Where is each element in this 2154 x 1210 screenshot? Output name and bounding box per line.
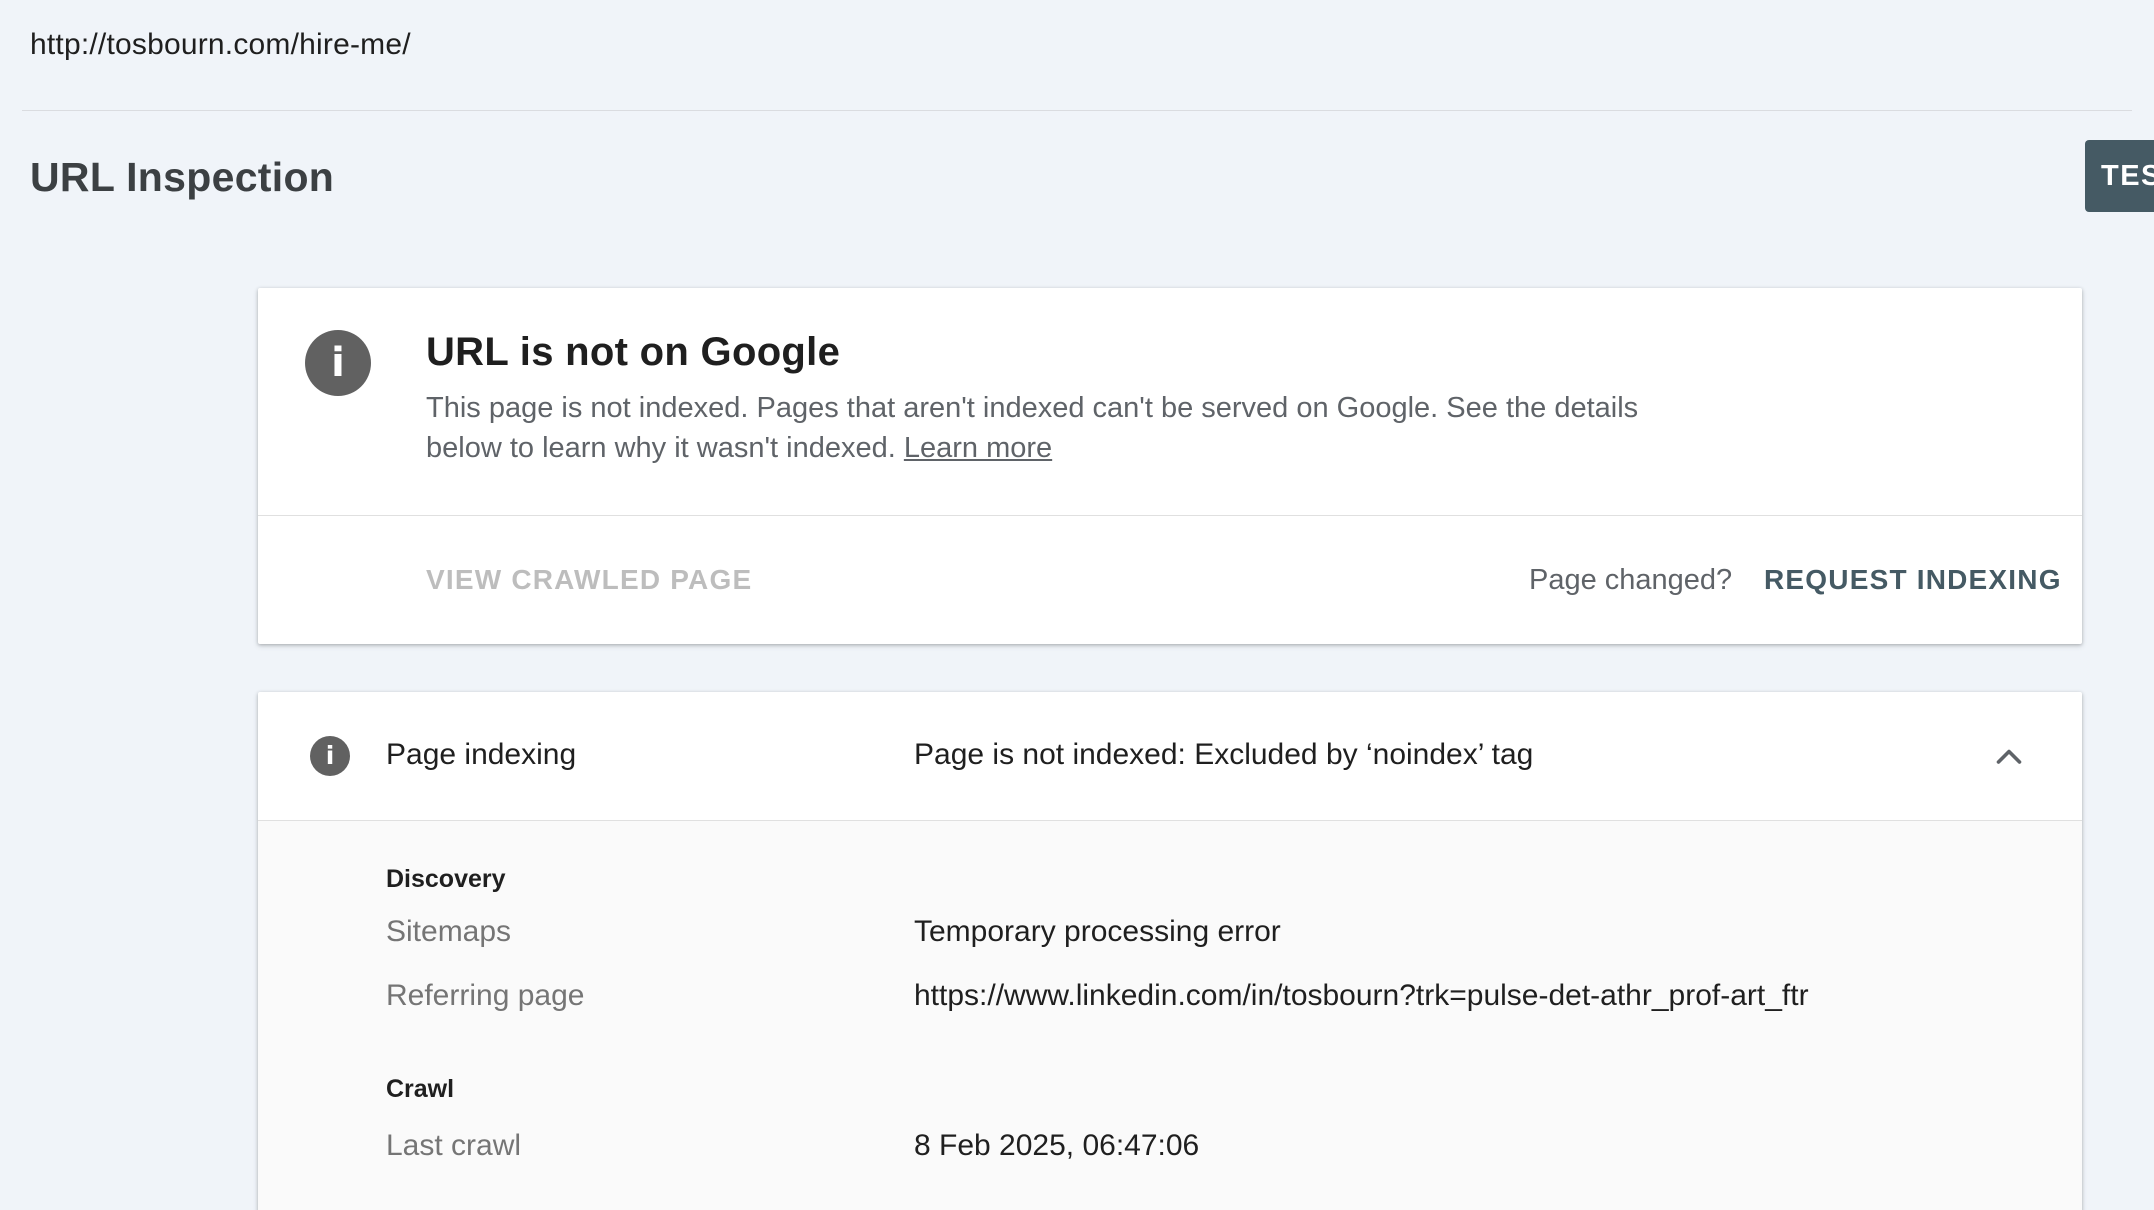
page-indexing-label: Page indexing <box>386 738 577 771</box>
sitemaps-value: Temporary processing error <box>914 915 1281 948</box>
sitemaps-label: Sitemaps <box>386 915 512 948</box>
page-indexing-details: Discovery Sitemaps Temporary processing … <box>258 821 2082 1210</box>
page-changed-text: Page changed? <box>1529 564 1733 596</box>
status-actions: VIEW CRAWLED PAGE Page changed? REQUEST … <box>258 516 2082 643</box>
status-summary: i URL is not on Google This page is not … <box>258 288 2082 516</box>
page-indexing-card: i Page indexing Page is not indexed: Exc… <box>258 692 2082 1210</box>
request-indexing-button[interactable]: REQUEST INDEXING <box>1764 564 2062 596</box>
referring-page-value[interactable]: https://www.linkedin.com/in/tosbourn?trk… <box>914 979 1809 1013</box>
info-icon: i <box>305 330 371 396</box>
crawl-section-title: Crawl <box>386 1075 455 1103</box>
status-title: URL is not on Google <box>426 330 841 374</box>
discovery-section-title: Discovery <box>386 865 506 893</box>
learn-more-link[interactable]: Learn more <box>904 432 1052 464</box>
chevron-up-icon[interactable] <box>1991 738 2027 774</box>
page-indexing-status: Page is not indexed: Excluded by ‘noinde… <box>914 738 1534 771</box>
page-title: URL Inspection <box>30 154 335 200</box>
status-description: This page is not indexed. Pages that are… <box>426 388 1656 468</box>
last-crawl-value: 8 Feb 2025, 06:47:06 <box>914 1129 1200 1162</box>
inspected-url[interactable]: http://tosbourn.com/hire-me/ <box>30 28 411 62</box>
page-indexing-header[interactable]: i Page indexing Page is not indexed: Exc… <box>258 692 2082 821</box>
inspected-url-bar: http://tosbourn.com/hire-me/ <box>22 0 2132 111</box>
referring-page-label: Referring page <box>386 979 585 1012</box>
last-crawl-label: Last crawl <box>386 1129 522 1162</box>
view-crawled-page-button[interactable]: VIEW CRAWLED PAGE <box>426 564 752 596</box>
test-live-url-button[interactable]: TES <box>2085 140 2154 212</box>
info-icon: i <box>310 736 350 776</box>
index-status-card: i URL is not on Google This page is not … <box>258 288 2082 644</box>
url-inspection-page: http://tosbourn.com/hire-me/ URL Inspect… <box>0 0 2154 1210</box>
